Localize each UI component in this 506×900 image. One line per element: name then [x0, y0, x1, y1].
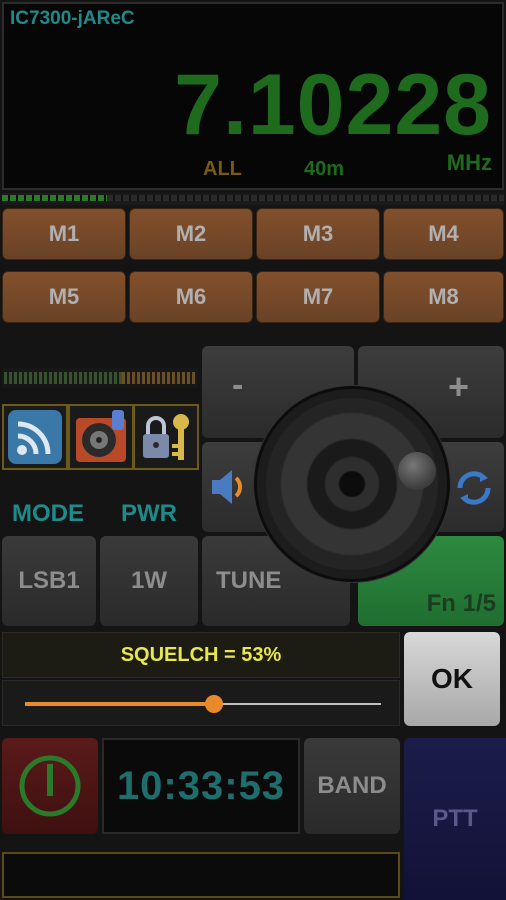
memory-button-m7[interactable]: M7 — [256, 271, 380, 323]
status-bar — [2, 852, 400, 898]
s-meter — [2, 193, 504, 205]
memory-button-m6[interactable]: M6 — [129, 271, 253, 323]
wifi-icon — [8, 410, 62, 464]
sync-icon — [457, 471, 491, 505]
power-level-button[interactable]: 1W — [100, 536, 198, 626]
slider-fill — [25, 702, 214, 706]
memory-button-m5[interactable]: M5 — [2, 271, 126, 323]
clock-display: 10:33:53 — [102, 738, 300, 834]
slider-thumb[interactable] — [204, 695, 223, 713]
mode-button[interactable]: LSB1 — [2, 536, 96, 626]
lock-key-icon — [143, 414, 189, 460]
wifi-button[interactable] — [2, 404, 68, 470]
plus-label: + — [448, 366, 470, 407]
ok-button[interactable]: OK — [404, 632, 500, 726]
band-label: 40m — [304, 158, 345, 180]
mode-label: MODE — [12, 500, 84, 527]
minus-label: - — [232, 366, 244, 404]
power-button[interactable] — [2, 738, 98, 834]
volume-icon — [212, 470, 243, 504]
pwr-label: PWR — [121, 500, 177, 527]
ptt-button[interactable]: PTT — [404, 738, 506, 900]
memory-button-m1[interactable]: M1 — [2, 208, 126, 260]
squelch-label: SQUELCH = 53% — [2, 632, 400, 678]
memory-button-m2[interactable]: M2 — [129, 208, 253, 260]
antenna-label: ALL — [203, 158, 242, 180]
band-button[interactable]: BAND — [304, 738, 400, 834]
device-name: IC7300-jAReC — [10, 8, 135, 29]
power-icon — [19, 755, 81, 817]
signal-meter — [2, 368, 198, 388]
frequency-unit: MHz — [446, 150, 492, 175]
clock-time: 10:33:53 — [116, 763, 286, 808]
squelch-slider[interactable] — [2, 680, 400, 726]
audio-button[interactable] — [68, 404, 134, 470]
lock-button[interactable] — [133, 404, 199, 470]
memory-button-m8[interactable]: M8 — [383, 271, 504, 323]
knob-grip — [398, 452, 436, 490]
speaker-icon — [76, 410, 126, 462]
memory-button-m4[interactable]: M4 — [383, 208, 504, 260]
memory-button-m3[interactable]: M3 — [256, 208, 380, 260]
frequency-readout: 7.10228 — [174, 57, 492, 153]
